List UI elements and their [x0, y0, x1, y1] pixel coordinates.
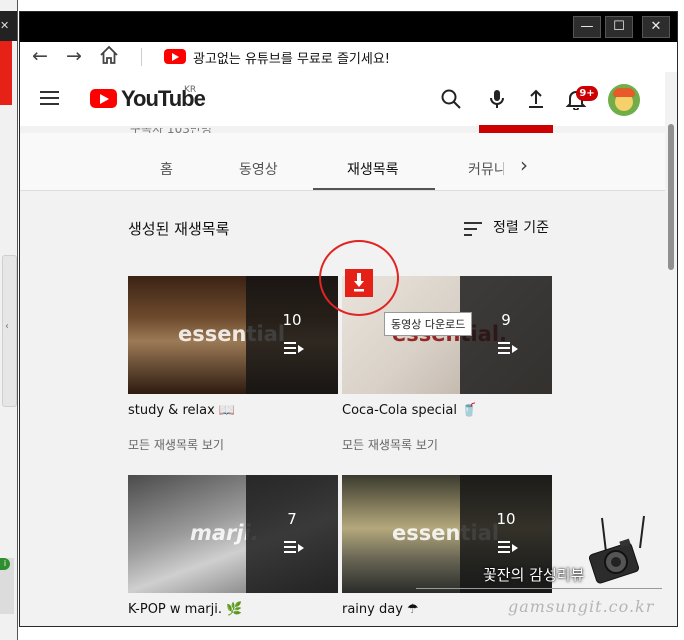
arrow-left-icon[interactable]: ← [32, 45, 48, 67]
channel-tabs: 홈 동영상 재생목록 커뮤니티 › [20, 133, 677, 191]
minimize-button[interactable]: — [573, 16, 601, 38]
navbar-divider [141, 48, 142, 66]
download-tooltip: 동영상 다운로드 [384, 312, 473, 336]
youtube-ad-logo-icon [164, 49, 186, 64]
background-panel-handle[interactable]: ‹ [2, 255, 17, 407]
tab-home[interactable]: 홈 [160, 159, 173, 179]
country-code: KR [184, 85, 197, 95]
upload-icon[interactable] [525, 88, 547, 114]
home-icon[interactable] [98, 44, 120, 66]
menu-icon[interactable] [40, 91, 59, 105]
video-count: 9 [501, 311, 511, 329]
close-window-button[interactable]: ✕ [642, 16, 670, 38]
tab-videos[interactable]: 동영상 [239, 159, 278, 179]
sort-icon[interactable] [464, 222, 482, 236]
tab-playlists[interactable]: 재생목록 [347, 159, 399, 179]
playlist-title[interactable]: study & relax 📖 [128, 403, 235, 418]
watermark-url: gamsungit.co.kr [508, 597, 655, 616]
notification-badge: 9+ [576, 86, 598, 101]
active-tab-indicator [313, 188, 435, 190]
ad-free-banner-text[interactable]: 광고없는 유튜브를 무료로 즐기세요! [193, 48, 390, 67]
playlist-thumbnail[interactable]: essential 10 [128, 276, 338, 394]
playlist-icon [284, 541, 304, 553]
video-count-overlay: 7 [246, 475, 338, 593]
background-red-block [0, 41, 12, 105]
page-scrollbar[interactable] [665, 72, 677, 626]
background-window-titlebar: ✕ [0, 11, 17, 41]
background-window: ✕ ‹ i [0, 0, 18, 640]
download-icon [354, 273, 364, 292]
video-count: 10 [496, 510, 516, 528]
playlist-icon [498, 541, 518, 553]
youtube-logo-icon[interactable] [90, 89, 117, 108]
playlist-thumbnail[interactable]: marji. 7 [128, 475, 338, 593]
playlist-icon [284, 342, 304, 354]
sort-button[interactable]: 정렬 기준 [493, 217, 549, 237]
avatar-hair-icon [613, 88, 635, 97]
background-close-icon[interactable]: ✕ [0, 19, 9, 32]
chevron-left-icon: ‹ [5, 321, 9, 332]
microphone-icon[interactable] [486, 88, 508, 114]
search-icon[interactable] [440, 88, 462, 114]
camera-logo-icon [586, 512, 660, 586]
avatar[interactable] [608, 84, 640, 116]
maximize-button[interactable]: ☐ [605, 16, 633, 38]
watermark-divider [416, 588, 662, 589]
browser-navbar: ← → 광고없는 유튜브를 무료로 즐기세요! [20, 42, 677, 73]
video-count: 7 [287, 510, 297, 528]
view-all-playlist-link[interactable]: 모든 재생목록 보기 [128, 436, 224, 453]
view-all-playlist-link[interactable]: 모든 재생목록 보기 [342, 436, 438, 453]
video-count: 10 [282, 311, 302, 329]
browser-window: — ☐ ✕ ← → 광고없는 유튜브를 무료로 즐기세요! YouTube KR… [19, 11, 678, 627]
download-button[interactable] [345, 269, 373, 297]
youtube-header: YouTube KR 9+ [20, 72, 677, 126]
playlist-title[interactable]: rainy day ☂ [342, 602, 419, 617]
window-titlebar: — ☐ ✕ [20, 12, 677, 42]
playlist-title[interactable]: K-POP w marji. 🌿 [128, 602, 242, 617]
playlist-icon [498, 342, 518, 354]
subscribe-button-peek[interactable] [479, 125, 553, 133]
arrow-right-icon[interactable]: → [66, 45, 82, 67]
scrollbar-thumb[interactable] [668, 124, 674, 270]
watermark-title: 꽃잔의 감성리뷰 [483, 566, 585, 584]
video-count-overlay: 9 [460, 276, 552, 394]
section-title: 생성된 재생목록 [128, 220, 230, 238]
chevron-right-icon[interactable]: › [520, 153, 528, 177]
playlist-title[interactable]: Coca-Cola special 🥤 [342, 403, 477, 418]
tab-community[interactable]: 커뮤니티 [468, 159, 504, 179]
